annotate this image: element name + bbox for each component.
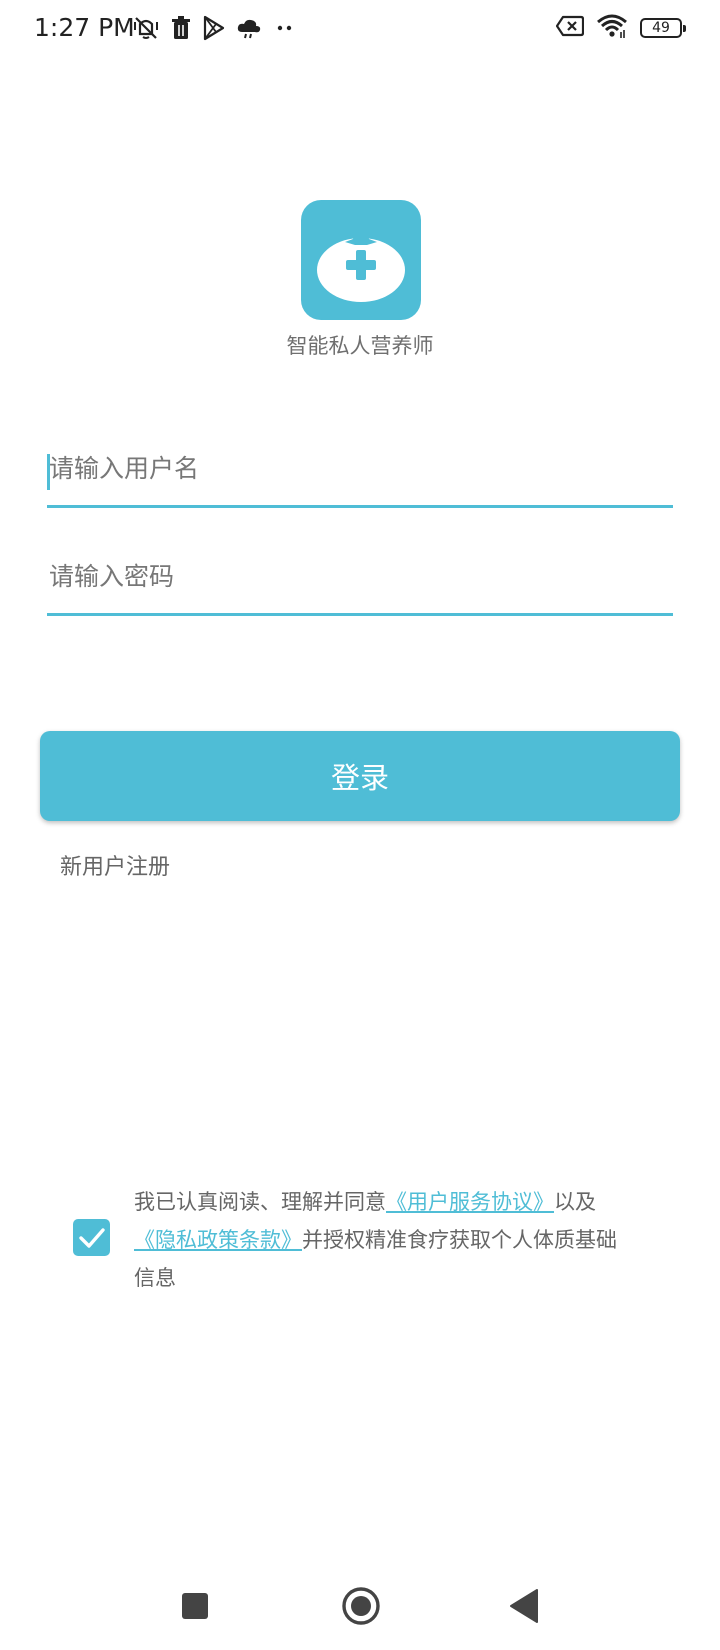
navigation-bar — [0, 1560, 720, 1650]
password-field-wrapper — [47, 544, 673, 616]
status-left-icons — [132, 14, 296, 42]
home-button[interactable] — [331, 1576, 391, 1636]
recents-button[interactable] — [165, 1576, 225, 1636]
status-bar: 1:27 PM 49 — [0, 0, 720, 56]
password-input[interactable] — [47, 544, 673, 613]
battery-level: 49 — [652, 20, 670, 36]
agreement-prefix: 我已认真阅读、理解并同意 — [134, 1190, 386, 1214]
agreement-checkbox[interactable] — [73, 1219, 110, 1256]
privacy-policy-link[interactable]: 《隐私政策条款》 — [134, 1228, 302, 1252]
home-circle-icon — [342, 1587, 380, 1625]
app-logo — [301, 200, 421, 320]
app-name: 智能私人营养师 — [286, 334, 434, 358]
tomato-plus-icon — [317, 227, 405, 302]
trash-icon — [170, 15, 192, 41]
play-store-icon — [202, 15, 226, 41]
login-button[interactable]: 登录 — [40, 731, 680, 821]
back-button[interactable] — [494, 1576, 554, 1636]
more-dots-icon — [272, 18, 296, 38]
service-agreement-link[interactable]: 《用户服务协议》 — [386, 1190, 554, 1214]
battery-icon: 49 — [640, 18, 686, 38]
agreement-middle: 以及 — [554, 1190, 596, 1214]
battery-saver-x-icon — [555, 15, 585, 41]
recents-square-icon — [182, 1593, 208, 1619]
back-triangle-icon — [510, 1589, 538, 1623]
status-right-icons: 49 — [555, 12, 686, 44]
wifi-icon — [596, 13, 628, 43]
username-input[interactable] — [47, 436, 673, 505]
login-screen: 1:27 PM 49 智能私人营养师 请输入用户名 登录 新用户注册 我已认真阅… — [0, 0, 720, 1650]
vibrate-off-icon — [132, 14, 160, 42]
username-field-wrapper — [47, 436, 673, 508]
status-time: 1:27 PM — [34, 13, 135, 42]
agreement-text: 我已认真阅读、理解并同意《用户服务协议》以及 《隐私政策条款》并授权精准食疗获取个… — [134, 1183, 634, 1297]
checkmark-icon — [78, 1227, 105, 1248]
register-link[interactable]: 新用户注册 — [60, 852, 170, 884]
text-cursor — [47, 454, 50, 490]
cloud-icon — [236, 16, 262, 40]
